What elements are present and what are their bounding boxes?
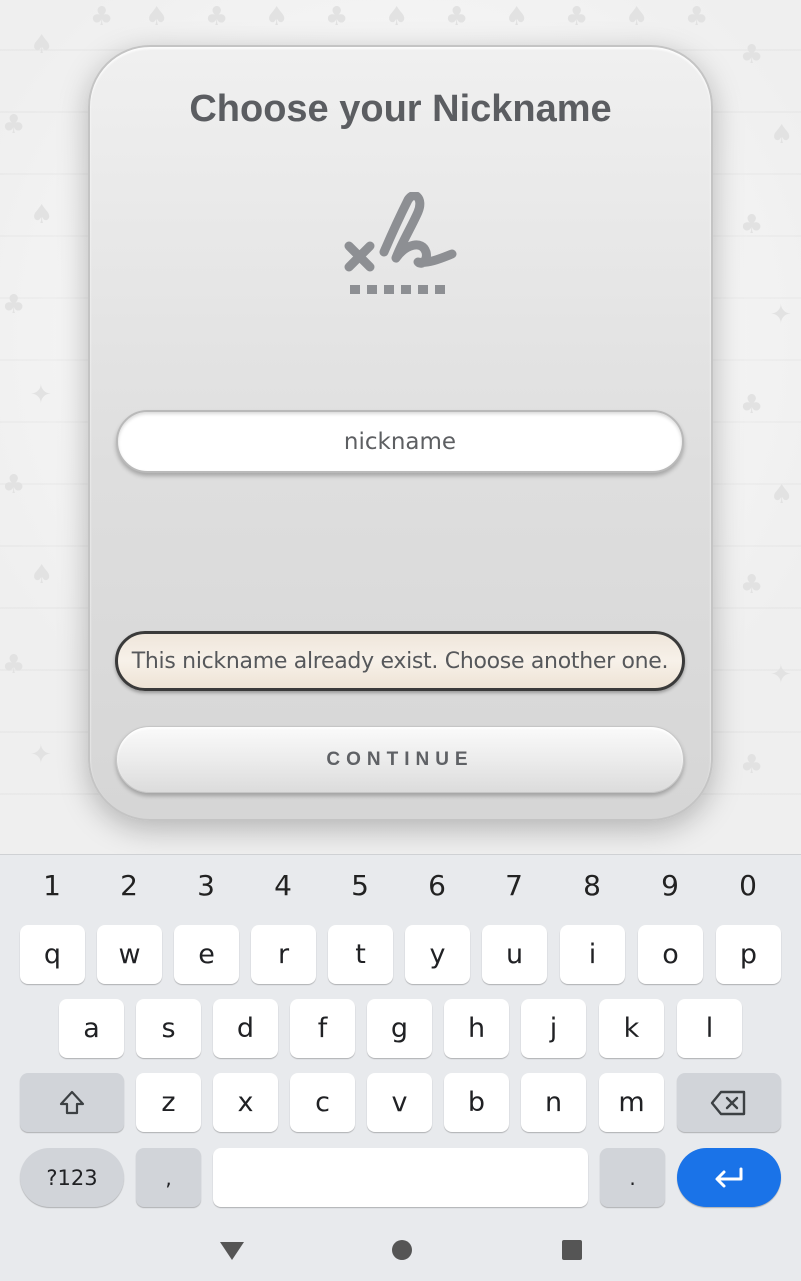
key-d[interactable]: d (213, 999, 278, 1058)
club-icon: ♣ (740, 40, 764, 70)
home-circle-icon[interactable] (388, 1236, 416, 1264)
key-f[interactable]: f (290, 999, 355, 1058)
key-s[interactable]: s (136, 999, 201, 1058)
club-icon: ♣ (445, 2, 469, 32)
club-icon: ♣ (2, 470, 26, 500)
club-icon: ♣ (685, 2, 709, 32)
key-u[interactable]: u (482, 925, 547, 984)
key-g[interactable]: g (367, 999, 432, 1058)
club-icon: ♣ (740, 570, 764, 600)
key-1[interactable]: 1 (22, 869, 82, 902)
spade-icon: ♠ (30, 200, 54, 230)
club-icon: ♣ (325, 2, 349, 32)
spade-icon: ♠ (385, 2, 409, 32)
club-icon: ♣ (740, 390, 764, 420)
nickname-field[interactable] (116, 410, 684, 473)
key-7[interactable]: 7 (484, 869, 544, 902)
spade-icon: ♠ (505, 2, 529, 32)
enter-icon (715, 1167, 743, 1187)
key-h[interactable]: h (444, 999, 509, 1058)
club-icon: ♣ (90, 2, 114, 32)
key-4[interactable]: 4 (253, 869, 313, 902)
recents-square-icon[interactable] (558, 1236, 586, 1264)
symbols-key[interactable]: ?123 (20, 1148, 124, 1207)
key-6[interactable]: 6 (407, 869, 467, 902)
key-x[interactable]: x (213, 1073, 278, 1132)
diamond-icon: ✦ (30, 380, 52, 410)
diamond-icon: ✦ (30, 740, 52, 770)
key-c[interactable]: c (290, 1073, 355, 1132)
key-5[interactable]: 5 (330, 869, 390, 902)
key-2[interactable]: 2 (99, 869, 159, 902)
key-m[interactable]: m (599, 1073, 664, 1132)
spade-icon: ♠ (625, 2, 649, 32)
diamond-icon: ✦ (770, 300, 792, 330)
key-o[interactable]: o (638, 925, 703, 984)
key-i[interactable]: i (560, 925, 625, 984)
key-j[interactable]: j (521, 999, 586, 1058)
key-l[interactable]: l (677, 999, 742, 1058)
key-9[interactable]: 9 (640, 869, 700, 902)
key-e[interactable]: e (174, 925, 239, 984)
backspace-key[interactable] (677, 1073, 781, 1132)
key-a[interactable]: a (59, 999, 124, 1058)
key-n[interactable]: n (521, 1073, 586, 1132)
key-r[interactable]: r (251, 925, 316, 984)
club-icon: ♣ (565, 2, 589, 32)
key-0[interactable]: 0 (718, 869, 778, 902)
period-key[interactable]: . (600, 1148, 665, 1207)
shift-key[interactable] (20, 1073, 124, 1132)
key-k[interactable]: k (599, 999, 664, 1058)
number-row: 1 2 3 4 5 6 7 8 9 0 (0, 869, 801, 905)
key-3[interactable]: 3 (176, 869, 236, 902)
system-nav-bar (0, 1220, 801, 1281)
soft-keyboard: 1 2 3 4 5 6 7 8 9 0 q w e r t y u i o p … (0, 854, 801, 1281)
key-8[interactable]: 8 (562, 869, 622, 902)
club-icon: ♣ (740, 750, 764, 780)
nickname-input[interactable] (118, 412, 682, 471)
club-icon: ♣ (205, 2, 229, 32)
enter-key[interactable] (677, 1148, 781, 1207)
key-w[interactable]: w (97, 925, 162, 984)
back-triangle-icon[interactable] (218, 1236, 246, 1264)
spade-icon: ♠ (30, 30, 54, 60)
error-message: This nickname already exist. Choose anot… (115, 631, 685, 691)
diamond-icon: ✦ (770, 660, 792, 690)
key-p[interactable]: p (716, 925, 781, 984)
key-z[interactable]: z (136, 1073, 201, 1132)
spade-icon: ♠ (770, 480, 794, 510)
signature-icon (344, 192, 457, 294)
key-q[interactable]: q (20, 925, 85, 984)
space-key[interactable] (213, 1148, 588, 1207)
club-icon: ♣ (2, 650, 26, 680)
backspace-icon (710, 1090, 746, 1115)
spade-icon: ♠ (265, 2, 289, 32)
continue-button[interactable]: CONTINUE (116, 726, 684, 793)
key-t[interactable]: t (328, 925, 393, 984)
club-icon: ♣ (2, 290, 26, 320)
shift-icon (59, 1090, 85, 1114)
comma-key[interactable]: , (136, 1148, 201, 1207)
club-icon: ♣ (740, 210, 764, 240)
key-y[interactable]: y (405, 925, 470, 984)
dialog-title: Choose your Nickname (189, 88, 612, 130)
spade-icon: ♠ (145, 2, 169, 32)
key-v[interactable]: v (367, 1073, 432, 1132)
key-b[interactable]: b (444, 1073, 509, 1132)
spade-icon: ♠ (30, 560, 54, 590)
